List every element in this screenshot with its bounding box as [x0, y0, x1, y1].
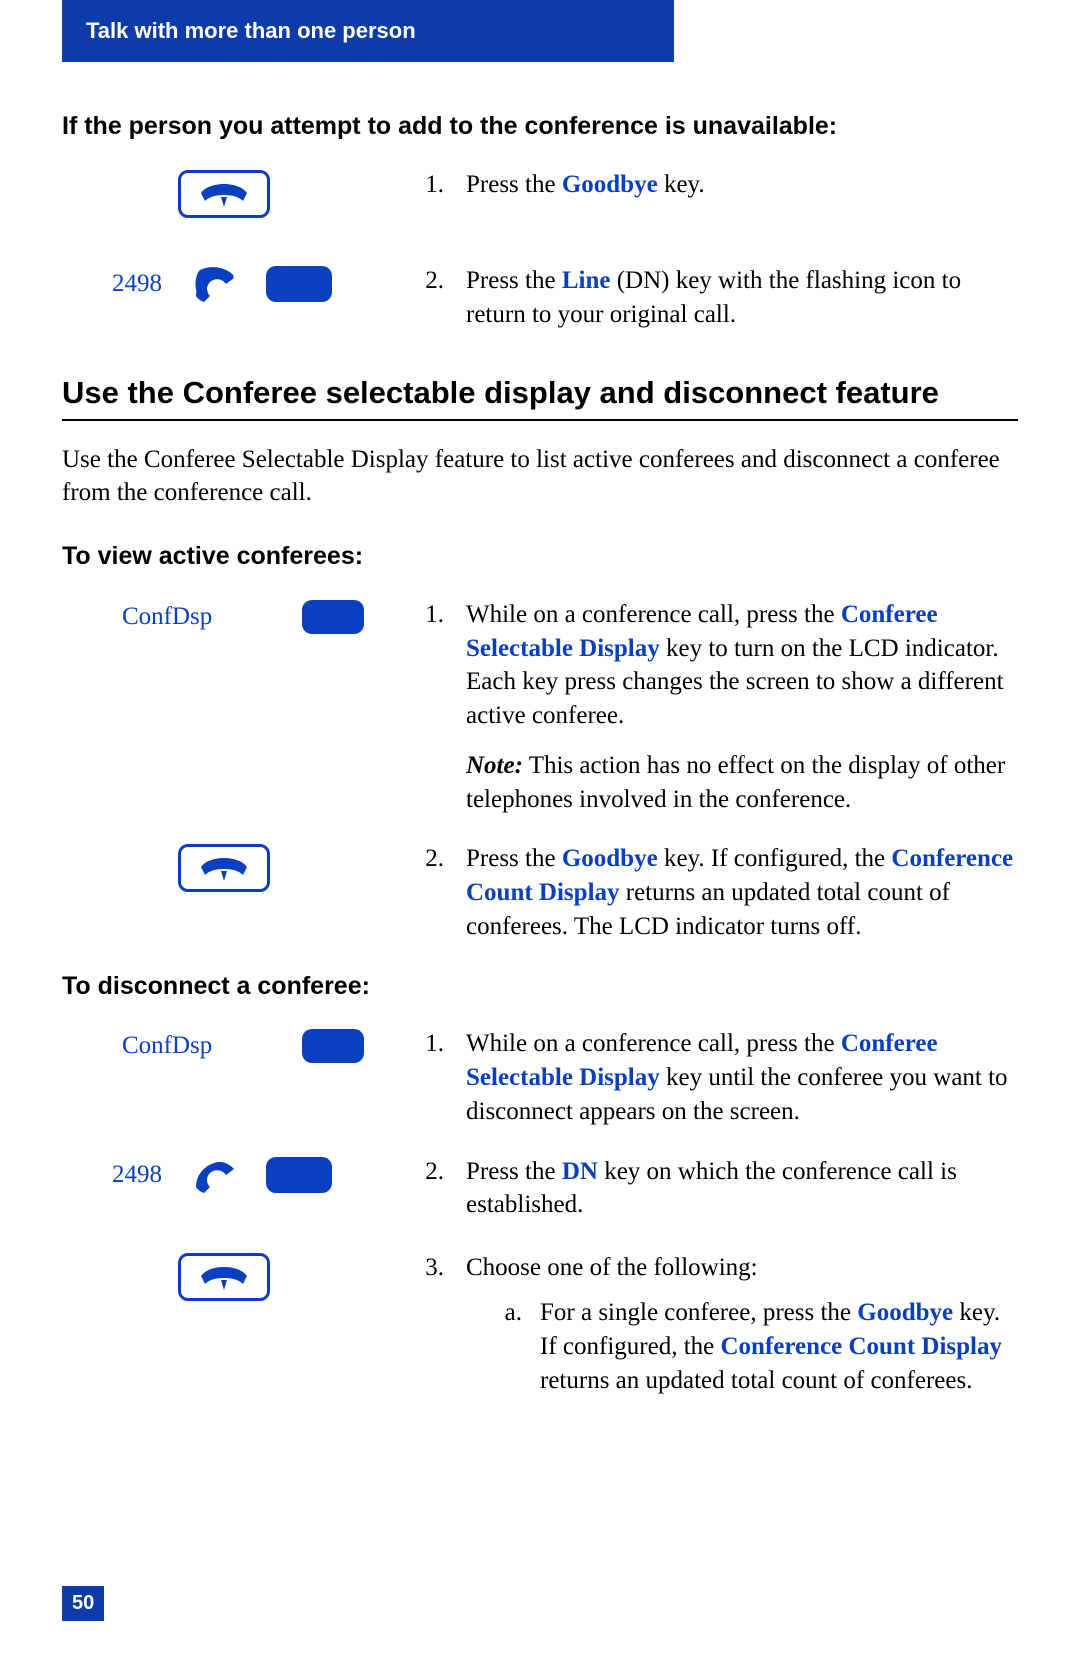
- text: Press the: [466, 171, 562, 198]
- dn-label: 2498: [112, 267, 162, 301]
- step-number: 1.: [422, 1027, 456, 1061]
- note-body: This action has no effect on the display…: [466, 752, 1005, 813]
- key-name-ccd: Conference Count Display: [720, 1333, 1001, 1360]
- page-number: 50: [72, 1592, 94, 1614]
- row-disc-dn: 2498 2. Press the DN key on which the co…: [62, 1155, 1018, 1225]
- page-header-title: Talk with more than one person: [86, 16, 416, 46]
- text: For a single conferee, press the: [540, 1299, 857, 1326]
- text: While on a conference call, press the: [466, 1030, 841, 1057]
- graphic-confdsp: ConfDsp: [62, 598, 422, 634]
- handset-icon: [192, 266, 236, 302]
- row-disc-confdsp: ConfDsp 1. While on a conference call, p…: [62, 1027, 1018, 1128]
- row-disc-goodbye: 3. Choose one of the following: a. For a…: [62, 1251, 1018, 1398]
- handset-down-icon: [197, 179, 251, 209]
- text: Choose one of the following:: [466, 1254, 758, 1281]
- key-name-line: Line: [562, 267, 611, 294]
- step-2: 2. Press the Line (DN) key with the flas…: [422, 264, 1018, 332]
- handset-down-icon: [197, 853, 251, 883]
- disc-step-3: 3. Choose one of the following: a. For a…: [422, 1251, 1018, 1398]
- step-1: 1. Press the Goodbye key.: [422, 168, 1018, 202]
- step-number: 3.: [422, 1251, 456, 1285]
- view-heading: To view active conferees:: [62, 540, 1018, 574]
- row-goodbye: 1. Press the Goodbye key.: [62, 168, 1018, 238]
- disc-step-3a: a. For a single conferee, press the Good…: [466, 1296, 1018, 1397]
- handset-down-icon: [197, 1262, 251, 1292]
- graphic-confdsp-2: ConfDsp: [62, 1027, 422, 1063]
- graphic-dn-key: 2498: [62, 264, 422, 302]
- step-number: 1.: [422, 168, 456, 202]
- step-number: 2.: [422, 264, 456, 298]
- view-step-2: 2. Press the Goodbye key. If configured,…: [422, 842, 1018, 943]
- softkey-icon: [302, 600, 364, 634]
- goodbye-key-icon: [178, 844, 270, 892]
- page-number-badge: 50: [62, 1586, 104, 1621]
- text: returns an updated total count of confer…: [540, 1367, 972, 1394]
- step-number: 2.: [422, 842, 456, 876]
- line-key-icon: [266, 1157, 332, 1193]
- row-dn: 2498 2. Press the Line (DN) key with the…: [62, 264, 1018, 334]
- handset-icon: [192, 1157, 236, 1193]
- text: While on a conference call, press the: [466, 601, 841, 628]
- view-step-1: 1. While on a conference call, press the…: [422, 598, 1018, 817]
- key-name-dn: DN: [562, 1158, 598, 1185]
- text: key. If configured, the: [658, 845, 892, 872]
- softkey-icon: [302, 1029, 364, 1063]
- key-name-goodbye: Goodbye: [562, 845, 658, 872]
- note-label: Note:: [466, 752, 523, 779]
- softkey-label-confdsp: ConfDsp: [122, 600, 212, 634]
- section-unavailable-heading: If the person you attempt to add to the …: [62, 110, 1018, 144]
- page-header-tab: Talk with more than one person: [62, 0, 674, 62]
- graphic-goodbye-key-3: [62, 1251, 422, 1301]
- graphic-dn-key-2: 2498: [62, 1155, 422, 1193]
- disconnect-heading: To disconnect a conferee:: [62, 970, 1018, 1004]
- line-key-icon: [266, 266, 332, 302]
- text: Press the: [466, 845, 562, 872]
- row-view-confdsp: ConfDsp 1. While on a conference call, p…: [62, 598, 1018, 817]
- softkey-label-confdsp: ConfDsp: [122, 1029, 212, 1063]
- key-name-goodbye: Goodbye: [857, 1299, 953, 1326]
- step-number: 1.: [422, 598, 456, 632]
- key-name-goodbye: Goodbye: [562, 171, 658, 198]
- section-rule: [62, 419, 1018, 421]
- text: key.: [658, 171, 705, 198]
- step-number: 2.: [422, 1155, 456, 1189]
- text: Press the: [466, 1158, 562, 1185]
- graphic-goodbye-key: [62, 168, 422, 218]
- row-view-goodbye: 2. Press the Goodbye key. If configured,…: [62, 842, 1018, 943]
- disc-step-2: 2. Press the DN key on which the confere…: [422, 1155, 1018, 1223]
- substep-letter: a.: [502, 1296, 530, 1397]
- goodbye-key-icon: [178, 170, 270, 218]
- goodbye-key-icon: [178, 1253, 270, 1301]
- text: Press the: [466, 267, 562, 294]
- section-conferee-title: Use the Conferee selectable display and …: [62, 374, 1018, 413]
- graphic-goodbye-key-2: [62, 842, 422, 892]
- dn-label: 2498: [112, 1158, 162, 1192]
- section-conferee-intro: Use the Conferee Selectable Display feat…: [62, 443, 1018, 511]
- page-content: If the person you attempt to add to the …: [62, 110, 1018, 1424]
- disc-step-1: 1. While on a conference call, press the…: [422, 1027, 1018, 1128]
